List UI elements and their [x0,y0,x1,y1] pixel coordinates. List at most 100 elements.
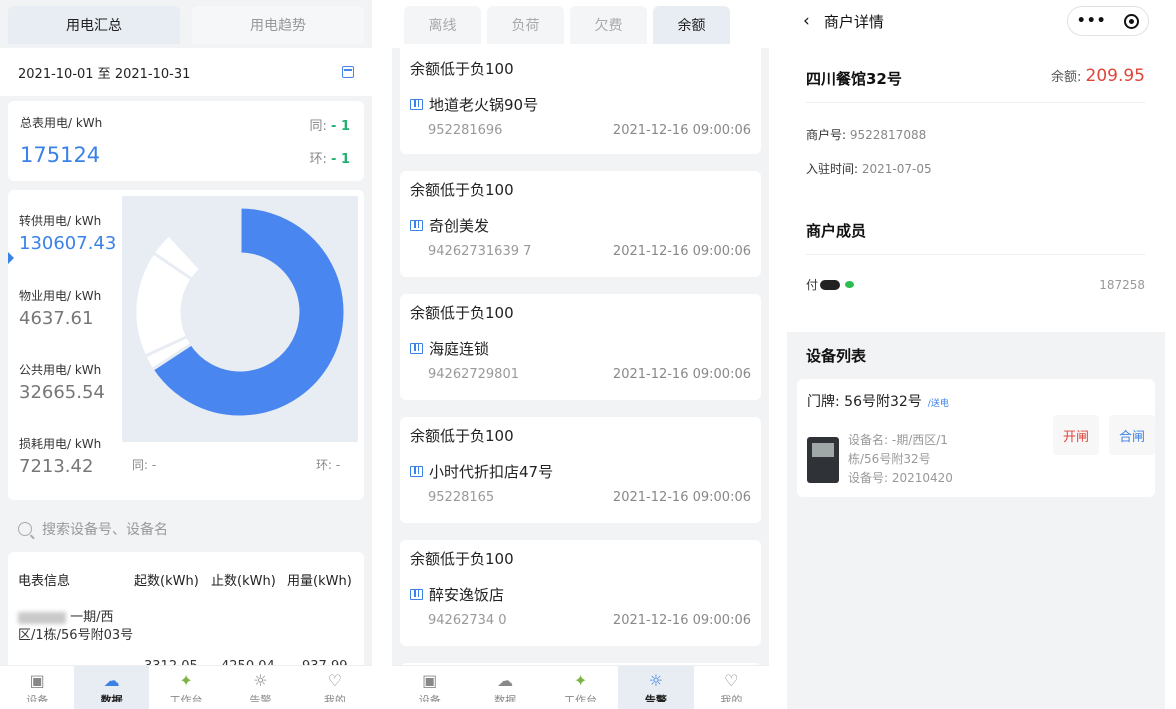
join-date-row: 入驻时间: 2021-07-05 [806,160,932,177]
mix-label: 公共用电/ kWh [19,363,102,377]
donut-chart-area [122,196,358,442]
nav-alarm[interactable]: ☼ 告警 [618,666,694,709]
meter-name: 一期/西区/1栋/56号附03号 [18,609,138,645]
balance-label: 余额: [1050,70,1082,85]
tab-usage-trend[interactable]: 用电趋势 [192,6,364,44]
mix-item-public[interactable]: 公共用电/ kWh 32665.54 [19,361,105,403]
nav-alarm[interactable]: ☼ 告警 [223,666,297,709]
mix-value: 4637.61 [19,308,94,329]
device-icon: ▣ [422,671,438,690]
nav-devices[interactable]: ▣ 设备 [0,666,74,709]
devices-title: 设备列表 [806,347,867,365]
search-placeholder[interactable]: 搜索设备号、设备名 [42,519,168,539]
alerts-panel: 离线 负荷 欠费 余额 余额低于负100 地道老火锅90号 952281696 2… [392,0,769,709]
member-phone: 187258 [1099,278,1145,292]
meter-image [807,437,839,483]
mix-label: 转供用电/ kWh [19,214,102,228]
alert-meta: 952281696 2021-12-16 09:00:06 [410,123,751,138]
device-name-line2: 栋/56号附32号 [848,452,931,466]
divider [806,254,1145,255]
shop-name: 小时代折扣店47号 [429,463,554,481]
nav-workbench[interactable]: ✦ 工作台 [149,666,223,709]
shop-name: 四川餐馆32号 [806,70,902,88]
member-name: 付 [806,278,819,292]
shop-name: 奇创美发 [429,217,490,235]
nav-mine[interactable]: ♡ 我的 [694,666,769,709]
shop-icon [410,466,423,477]
list-item[interactable]: 余额低于负100 醉安逸饭店 94262734 0 2021-12-16 09:0… [400,540,761,646]
alert-shop: 奇创美发 [410,215,751,236]
back-icon[interactable]: ‹ [803,11,810,31]
alert-shop: 地道老火锅90号 [410,94,751,115]
alert-tabs: 离线 负荷 欠费 余额 [392,0,769,48]
door-plate: 门牌: 56号附32号/送电 [807,391,1145,411]
alert-time: 2021-12-16 09:00:06 [612,123,751,138]
alert-time: 2021-12-16 09:00:06 [612,613,751,628]
list-item[interactable]: 余额低于负100 海庭连锁 94262729801 2021-12-16 09:0… [400,294,761,400]
nav-label: 工作台 [564,694,598,702]
close-switch-button[interactable]: 合闸 [1109,415,1155,455]
join-label: 入驻时间: [806,162,859,176]
mix-mom: 环: - [316,458,341,472]
nav-mine[interactable]: ♡ 我的 [298,666,372,709]
summary-tabs: 用电汇总 用电趋势 [0,0,372,48]
bottom-nav: ▣ 设备 ☁ 数据 ✦ 工作台 ☼ 告警 ♡ 我的 [0,665,372,709]
nav-data[interactable]: ☁ 数据 [467,666,542,709]
member-row[interactable]: 付 [806,276,855,293]
alert-title: 余额低于负100 [410,550,514,568]
nav-devices[interactable]: ▣ 设备 [392,666,467,709]
balance: 余额: 209.95 [1051,66,1145,86]
list-item[interactable]: 余额低于负100 奇创美发 94262731639 7 2021-12-16 09… [400,171,761,277]
mix-item-transfer[interactable]: 转供用电/ kWh 130607.43 [8,212,116,264]
alert-meta: 94262729801 2021-12-16 09:00:06 [410,367,751,382]
nav-label: 我的 [323,694,346,702]
device-search[interactable]: 搜索设备号、设备名 [0,506,372,552]
profile-icon: ♡ [327,671,342,690]
shop-icon [410,343,423,354]
nav-data[interactable]: ☁ 数据 [74,666,149,709]
meter-table-header: 电表信息 起数(kWh) 止数(kWh) 用量(kWh) [18,552,354,589]
tab-offline[interactable]: 离线 [404,6,481,44]
device-card[interactable]: 门牌: 56号附32号/送电 设备名: -期/西区/1 栋/56号附32号 设备… [797,379,1155,497]
mix-item-loss[interactable]: 损耗用电/ kWh 7213.42 [19,435,101,477]
calendar-icon[interactable] [342,66,354,78]
nav-label: 设备 [26,694,49,702]
col-end: 止数(kWh) [211,574,276,589]
alert-title: 余额低于负100 [410,60,514,78]
total-usage-card: 总表用电/ kWh 175124 同: - 1 环: - 1 [8,101,364,181]
tab-arrears[interactable]: 欠费 [570,6,647,44]
alert-meta: 94262731639 7 2021-12-16 09:00:06 [410,244,751,259]
shop-icon [410,99,423,110]
device-code: 952281696 [428,123,503,138]
mix-label: 物业用电/ kWh [19,289,102,303]
device-info: 设备名: -期/西区/1 栋/56号附32号 设备号: 20210420 [848,431,1033,488]
redacted-mask [820,279,841,290]
open-switch-button[interactable]: 开闸 [1053,415,1099,455]
mom-label: 环: [309,152,327,167]
nav-workbench[interactable]: ✦ 工作台 [543,666,618,709]
tab-usage-summary[interactable]: 用电汇总 [8,6,180,44]
tab-balance[interactable]: 余额 [653,6,730,44]
mix-value: 7213.42 [19,456,94,477]
col-meter-info: 电表信息 [18,574,71,589]
alert-title: 余额低于负100 [410,427,514,445]
workbench-icon: ✦ [179,671,193,690]
profile-icon: ♡ [724,671,739,690]
alert-time: 2021-12-16 09:00:06 [612,367,751,382]
alert-time: 2021-12-16 09:00:06 [612,490,751,505]
alert-meta: 94262734 0 2021-12-16 09:00:06 [410,613,751,628]
list-item[interactable]: 余额低于负100 地道老火锅90号 952281696 2021-12-16 09… [400,48,761,154]
tab-load[interactable]: 负荷 [487,6,564,44]
date-range-row[interactable]: 2021-10-01 至 2021-10-31 [0,48,372,96]
nav-label: 设备 [418,694,441,702]
mix-item-property[interactable]: 物业用电/ kWh 4637.61 [19,287,101,329]
device-no: 设备号: 20210420 [848,471,953,485]
alarm-icon: ☼ [253,671,268,690]
close-target-icon[interactable] [1124,13,1140,29]
alert-shop: 海庭连锁 [410,338,751,359]
miniapp-capsule[interactable]: ••• [1067,6,1149,36]
more-icon[interactable]: ••• [1077,13,1107,29]
cloud-icon: ☁ [497,671,514,690]
bottom-nav: ▣ 设备 ☁ 数据 ✦ 工作台 ☼ 告警 ♡ 我的 [392,665,769,709]
list-item[interactable]: 余额低于负100 小时代折扣店47号 95228165 2021-12-16 09… [400,417,761,523]
